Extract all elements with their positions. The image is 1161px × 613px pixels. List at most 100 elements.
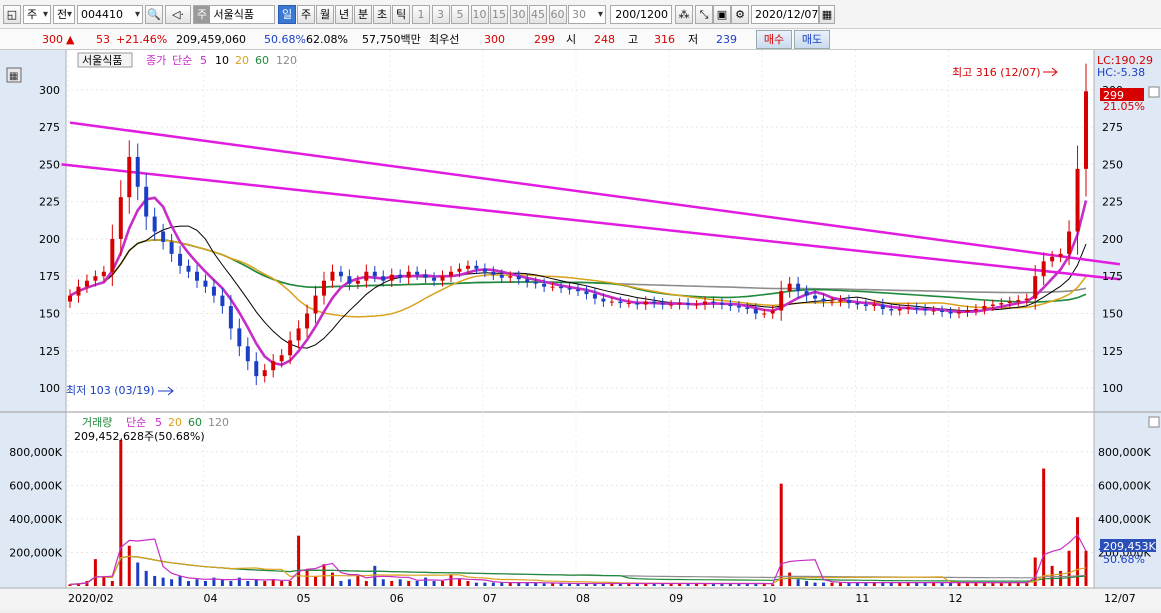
interval-button-10[interactable]: 10 (470, 5, 489, 24)
low-annotation: 최저 103 (03/19) (66, 384, 155, 397)
legend-ma10[interactable]: 10 (215, 54, 229, 67)
legend-ma5[interactable]: 5 (200, 54, 207, 67)
x-tick-3: 06 (390, 592, 404, 605)
candle-body (779, 291, 784, 311)
candle-body (228, 306, 233, 329)
draw-tool-icon[interactable]: ⤡ (695, 5, 713, 24)
volume-panel-toggle-icon[interactable] (1148, 416, 1160, 428)
period-button-6[interactable]: 틱 (392, 5, 410, 24)
market-select[interactable]: 전 (53, 5, 75, 24)
volume-annotation: 209,452,628주(50.68%) (74, 430, 205, 443)
candle-body (1016, 300, 1021, 302)
settings-gear-icon[interactable]: ⚙ (731, 5, 749, 24)
interval-button-5[interactable]: 5 (451, 5, 469, 24)
candle-body (296, 328, 301, 341)
volume-legend-ma5[interactable]: 5 (155, 416, 162, 429)
interval-select[interactable]: 30 (568, 5, 606, 24)
chart-area[interactable]: 100 100 125 125 150 150 175 175 200 200 225 225 250 2… (0, 50, 1161, 610)
volume-bar (178, 575, 182, 586)
candle-body (694, 304, 699, 306)
candle-body (525, 279, 530, 283)
volume-legend-ma-label[interactable]: 단순 (126, 416, 146, 429)
candle-body (474, 265, 479, 269)
interval-button-60[interactable]: 60 (548, 5, 567, 24)
count-input[interactable]: 200/1200 (610, 5, 672, 24)
candle-body (195, 271, 199, 281)
period-button-2[interactable]: 월 (316, 5, 334, 24)
legend-price[interactable]: 종가 (146, 54, 166, 67)
type-select[interactable]: 주 (23, 5, 51, 24)
stock-chart-svg[interactable]: 100 100125 125150 150175 175200 200225 225250 2… (0, 50, 1161, 610)
volume-bar (127, 545, 131, 586)
volume-bar (347, 579, 351, 586)
legend-ma-label[interactable]: 단순 (172, 54, 192, 67)
date-input[interactable]: 2020/12/07 (751, 5, 819, 24)
price-tick-right-4: 200 (1102, 233, 1123, 246)
volume-legend-title[interactable]: 거래량 (82, 416, 112, 429)
price-panel-toggle-icon[interactable] (1148, 86, 1160, 98)
high-price: 316 (654, 33, 675, 46)
volume-bar (246, 580, 250, 586)
volume-bar (500, 582, 504, 586)
volume-legend-ma60[interactable]: 60 (188, 416, 202, 429)
period-button-5[interactable]: 초 (373, 5, 391, 24)
buy-button[interactable]: 매수 (756, 30, 792, 49)
volume-legend-ma20[interactable]: 20 (168, 416, 182, 429)
legend-ma60[interactable]: 60 (255, 54, 269, 67)
interval-button-1[interactable]: 1 (412, 5, 430, 24)
volume-bar (322, 564, 326, 586)
volume-legend-ma120[interactable]: 120 (208, 416, 229, 429)
calendar-icon[interactable]: ▦ (819, 5, 835, 24)
price-tick-right-3: 175 (1102, 270, 1123, 283)
candle-body (592, 294, 597, 299)
volume-bar (110, 580, 114, 586)
volume-bar (220, 579, 224, 586)
price-tick-left-8: 300 (39, 84, 60, 97)
candle-body (330, 271, 335, 281)
speaker-icon[interactable]: ◁· (165, 5, 191, 24)
interval-button-15[interactable]: 15 (490, 5, 508, 24)
stock-code-input[interactable]: 004410 (77, 5, 143, 24)
legend-ma20[interactable]: 20 (235, 54, 249, 67)
search-icon[interactable]: 🔍 (145, 5, 163, 24)
stock-name-field[interactable]: 주 서울식품 (193, 5, 275, 24)
candle-body (406, 271, 411, 278)
candle-body (68, 295, 72, 302)
price-tick-left-6: 250 (39, 158, 60, 171)
candle-body (305, 313, 310, 329)
save-icon[interactable]: ▣ (713, 5, 731, 24)
candle-body (178, 253, 183, 266)
grid-icon[interactable]: ▦ (9, 71, 18, 82)
candle-body (719, 303, 724, 305)
candle-body (897, 309, 902, 311)
candle-body (101, 271, 106, 277)
interval-button-30[interactable]: 30 (509, 5, 528, 24)
interval-button-45[interactable]: 45 (529, 5, 547, 24)
legend-stock[interactable]: 서울식품 (82, 54, 122, 67)
candle-body (389, 274, 394, 281)
candle-body (931, 310, 936, 312)
candle-body (84, 280, 89, 287)
volume-bar (280, 580, 284, 586)
interval-button-3[interactable]: 3 (431, 5, 450, 24)
candle-body (855, 303, 860, 305)
volume-bar (805, 580, 809, 586)
x-tick-9: 12 (949, 592, 963, 605)
candle-body (449, 271, 453, 277)
period-button-1[interactable]: 주 (297, 5, 315, 24)
volume-bar (187, 580, 191, 586)
sell-button[interactable]: 매도 (794, 30, 830, 49)
stock-name: 서울식품 (213, 8, 254, 21)
indicator-icon[interactable]: ⁂ (675, 5, 693, 24)
period-button-3[interactable]: 년 (335, 5, 353, 24)
candle-body (660, 303, 665, 305)
candle-body (643, 301, 648, 305)
current-price: 300 (42, 33, 63, 46)
layout-icon[interactable]: ◱ (3, 5, 21, 24)
period-button-4[interactable]: 분 (354, 5, 372, 24)
candle-body (457, 268, 462, 272)
period-button-0[interactable]: 일 (278, 5, 296, 24)
legend-ma120[interactable]: 120 (276, 54, 297, 67)
price-tick-left-5: 225 (39, 196, 60, 209)
volume-bar (551, 583, 555, 586)
